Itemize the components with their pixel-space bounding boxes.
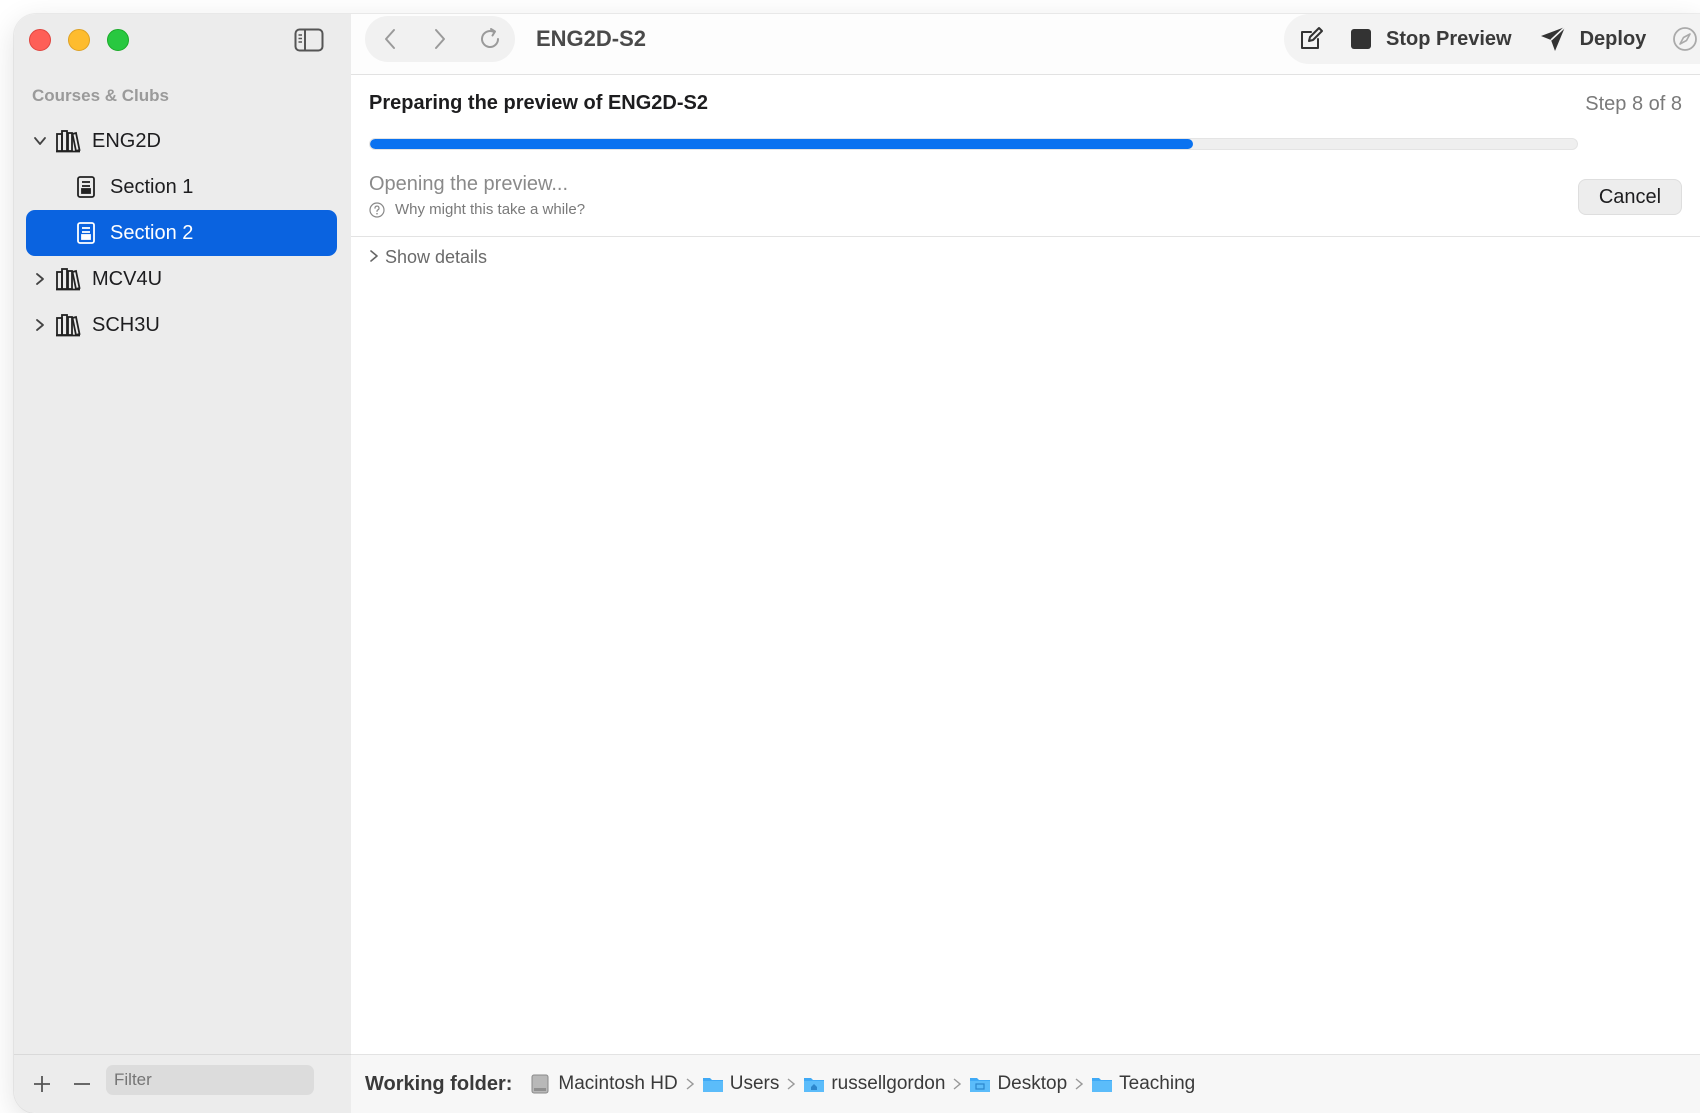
path-separator-icon bbox=[1075, 1077, 1084, 1091]
path-item-russellgordon[interactable]: russellgordon bbox=[803, 1073, 945, 1095]
sidebar-item-eng2d[interactable]: ENG2D bbox=[26, 118, 337, 164]
folder-icon bbox=[1091, 1075, 1113, 1093]
show-details-toggle[interactable]: Show details bbox=[369, 247, 487, 268]
sidebar-section-header: Courses & Clubs bbox=[32, 86, 169, 105]
progress-fill bbox=[370, 139, 1194, 149]
path-item-desktop[interactable]: Desktop bbox=[969, 1073, 1067, 1095]
deploy-button[interactable]: Deploy bbox=[1538, 19, 1647, 59]
stop-preview-label: Stop Preview bbox=[1386, 27, 1512, 50]
books-icon bbox=[54, 266, 82, 292]
path-separator-icon bbox=[787, 1077, 796, 1091]
status-text: Opening the preview... bbox=[369, 173, 569, 195]
section-icon bbox=[72, 174, 100, 200]
main-content: Preparing the preview of ENG2D-S2 Step 8… bbox=[351, 75, 1700, 1055]
app-window: Courses & Clubs ENG2D Section 1 Section … bbox=[14, 14, 1700, 1113]
sidebar-item-mcv4u[interactable]: MCV4U bbox=[26, 256, 337, 302]
progress-bar bbox=[369, 138, 1578, 150]
desktop-folder-icon bbox=[969, 1075, 991, 1093]
folder-icon bbox=[702, 1075, 724, 1093]
path-item-label: Desktop bbox=[997, 1073, 1068, 1094]
step-indicator: Step 8 of 8 bbox=[1585, 93, 1682, 115]
chevron-right-icon[interactable] bbox=[26, 318, 54, 332]
sidebar-item-label: Section 1 bbox=[110, 175, 194, 198]
books-icon bbox=[54, 128, 82, 154]
stop-preview-button[interactable]: Stop Preview bbox=[1346, 19, 1512, 59]
minimize-window-button[interactable] bbox=[68, 29, 90, 51]
close-window-button[interactable] bbox=[29, 29, 51, 51]
sidebar-item-label: SCH3U bbox=[92, 313, 160, 336]
sidebar-item-section-1[interactable]: Section 1 bbox=[26, 164, 337, 210]
section-icon bbox=[72, 220, 100, 246]
window-title: ENG2D-S2 bbox=[536, 26, 647, 51]
zoom-window-button[interactable] bbox=[107, 29, 129, 51]
cancel-button[interactable]: Cancel bbox=[1578, 179, 1682, 215]
hard-drive-icon bbox=[530, 1074, 552, 1094]
chevron-right-icon[interactable] bbox=[26, 272, 54, 286]
progress-title: Preparing the preview of ENG2D-S2 bbox=[369, 92, 708, 114]
paper-plane-icon bbox=[1538, 24, 1568, 54]
add-button[interactable] bbox=[24, 1066, 60, 1102]
chevron-down-icon[interactable] bbox=[26, 134, 54, 148]
deploy-label: Deploy bbox=[1579, 27, 1647, 50]
show-details-label: Show details bbox=[385, 247, 488, 267]
reload-button[interactable] bbox=[472, 21, 508, 57]
window-controls bbox=[29, 29, 129, 51]
sidebar-item-label: ENG2D bbox=[92, 129, 161, 152]
back-button[interactable] bbox=[372, 21, 408, 57]
path-item-label: Macintosh HD bbox=[558, 1073, 678, 1094]
working-folder-label: Working folder: bbox=[365, 1072, 513, 1095]
sidebar-item-sch3u[interactable]: SCH3U bbox=[26, 302, 337, 348]
toolbar-actions: Stop Preview Deploy bbox=[1284, 14, 1700, 64]
why-link-label: Why might this take a while? bbox=[395, 201, 586, 218]
path-separator-icon bbox=[686, 1077, 694, 1091]
path-item-label: russellgordon bbox=[831, 1073, 946, 1094]
compose-icon[interactable] bbox=[1296, 24, 1326, 54]
working-folder-bar: Working folder: Macintosh HD Users russe… bbox=[351, 1054, 1700, 1113]
compass-icon[interactable] bbox=[1670, 24, 1700, 54]
path-item-label: Teaching bbox=[1119, 1073, 1196, 1094]
course-tree: ENG2D Section 1 Section 2 MCV4U SCH3U bbox=[26, 118, 337, 348]
sidebar-item-label: Section 2 bbox=[110, 221, 194, 244]
stop-icon bbox=[1346, 24, 1376, 54]
sidebar-item-label: MCV4U bbox=[92, 267, 163, 290]
home-folder-icon bbox=[803, 1075, 825, 1093]
filter-input[interactable] bbox=[106, 1065, 314, 1095]
path-item-users[interactable]: Users bbox=[702, 1073, 780, 1095]
path-item-label: Users bbox=[729, 1073, 780, 1094]
path-separator-icon bbox=[953, 1077, 962, 1091]
toolbar: ENG2D-S2 Stop Preview Deploy bbox=[351, 14, 1700, 75]
chevron-right-icon bbox=[369, 247, 379, 268]
divider bbox=[351, 236, 1700, 237]
navigation-group bbox=[365, 16, 515, 62]
path-item-macintosh-hd[interactable]: Macintosh HD bbox=[530, 1073, 678, 1095]
why-link[interactable]: Why might this take a while? bbox=[369, 201, 585, 218]
sidebar: Courses & Clubs ENG2D Section 1 Section … bbox=[14, 14, 352, 1113]
remove-button[interactable] bbox=[64, 1066, 100, 1102]
sidebar-item-section-2[interactable]: Section 2 bbox=[26, 210, 337, 256]
question-circle-icon bbox=[369, 201, 385, 218]
sidebar-bottom-bar bbox=[14, 1054, 351, 1113]
sidebar-toggle-icon[interactable] bbox=[294, 28, 324, 52]
books-icon bbox=[54, 312, 82, 338]
forward-button[interactable] bbox=[422, 21, 458, 57]
path-item-teaching[interactable]: Teaching bbox=[1091, 1073, 1195, 1095]
